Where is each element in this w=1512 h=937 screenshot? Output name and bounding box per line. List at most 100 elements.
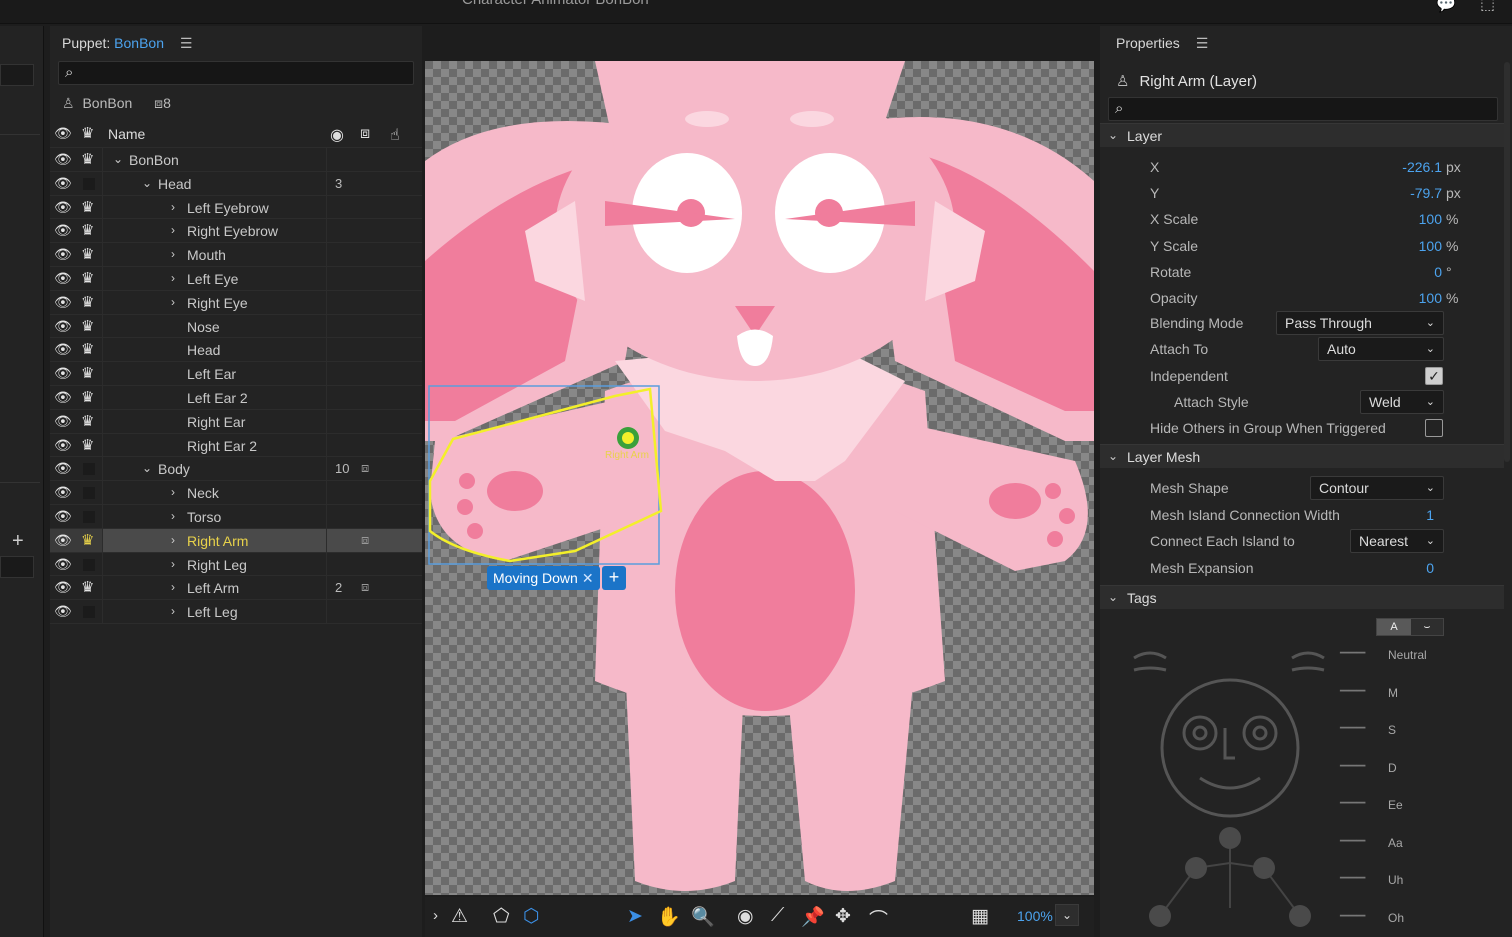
selection-arrow-icon[interactable]: ➤ xyxy=(627,905,643,928)
eye-icon[interactable]: 👁 xyxy=(54,556,72,572)
hide-others-checkbox[interactable] xyxy=(1425,419,1443,437)
layer-name-cell[interactable]: › Left Leg xyxy=(102,600,326,623)
chevron-right-icon[interactable]: › xyxy=(171,223,175,237)
crown-placeholder[interactable] xyxy=(83,487,95,500)
layer-name-cell[interactable]: › Right Leg xyxy=(102,552,326,576)
eye-icon[interactable]: 👁 xyxy=(54,175,72,191)
layer-name-cell[interactable]: Left Ear xyxy=(102,362,326,385)
chevron-right-icon[interactable]: › xyxy=(171,295,175,309)
crown-icon[interactable]: ♛ xyxy=(81,578,94,596)
layer-row[interactable]: 👁 ♛ › Left Eyebrow xyxy=(50,195,422,220)
property-value[interactable]: -226.1 xyxy=(1402,159,1442,175)
layer-row[interactable]: 👁 › Right Leg xyxy=(50,552,422,577)
viseme-tag[interactable]: ▔▔▔ Aa xyxy=(1340,836,1480,856)
crown-icon[interactable]: ♛ xyxy=(81,221,94,239)
chevron-right-icon[interactable]: › xyxy=(171,200,175,214)
layer-row[interactable]: 👁 ♛ Left Ear xyxy=(50,362,422,386)
crown-icon[interactable]: ♛ xyxy=(81,364,94,382)
eye-icon[interactable]: 👁 xyxy=(54,270,72,286)
chevron-right-icon[interactable]: › xyxy=(171,509,175,523)
puppet-name[interactable]: BonBon xyxy=(114,35,164,51)
layer-name-cell[interactable]: › Right Eyebrow xyxy=(102,219,326,243)
eye-icon[interactable]: 👁 xyxy=(54,365,72,381)
layer-name-cell[interactable]: ⌄ Head xyxy=(102,171,326,195)
eye-icon[interactable]: 👁 xyxy=(54,125,72,141)
layer-name-cell[interactable]: › Right Arm xyxy=(102,528,326,552)
layer-name-cell[interactable]: › Left Arm xyxy=(102,576,326,600)
eye-icon[interactable]: 👁 xyxy=(54,341,72,357)
property-value[interactable]: 100 xyxy=(1419,290,1442,306)
island-width-value[interactable]: 1 xyxy=(1426,507,1434,523)
behavior-tag-moving-down[interactable]: Moving Down ✕ xyxy=(487,566,600,590)
properties-search-input[interactable]: ⌕ xyxy=(1108,97,1498,121)
layer-name-cell[interactable]: › Left Eyebrow xyxy=(102,195,326,219)
tag-view-icons[interactable]: ⌣ xyxy=(1411,619,1443,635)
crown-placeholder[interactable] xyxy=(83,558,95,571)
mesh-icon[interactable]: ⬡ xyxy=(523,905,540,928)
section-layer-mesh[interactable]: ⌄ Layer Mesh xyxy=(1100,444,1504,468)
layer-row[interactable]: 👁 ♛ › Left Arm 2 ⧈ xyxy=(50,576,422,601)
viseme-tag[interactable]: ▔▔▔ M xyxy=(1340,686,1480,706)
dragger-icon[interactable]: ✥ xyxy=(835,905,851,928)
add-tag-button[interactable]: + xyxy=(602,566,626,590)
eye-icon[interactable]: 👁 xyxy=(54,413,72,429)
layer-row[interactable]: 👁 › Left Leg xyxy=(50,600,422,624)
camera-column-icon[interactable]: ⧈ xyxy=(360,125,370,143)
tag-view-text[interactable]: A xyxy=(1377,619,1411,635)
property-value[interactable]: -79.7 xyxy=(1410,185,1442,201)
crown-icon[interactable]: ♛ xyxy=(81,436,94,454)
layer-row[interactable]: 👁 ♛ › Right Arm ⧈ xyxy=(50,528,422,553)
layer-name-cell[interactable]: › Left Eye xyxy=(102,266,326,290)
independent-checkbox[interactable]: ✓ xyxy=(1425,367,1443,385)
layer-row[interactable]: 👁 ♛ › Mouth xyxy=(50,243,422,267)
add-icon[interactable]: + xyxy=(12,530,24,553)
puppet-search-input[interactable]: ⌕ xyxy=(58,61,414,85)
layer-name-cell[interactable]: Left Ear 2 xyxy=(102,385,326,409)
chevron-right-icon[interactable]: › xyxy=(171,580,175,594)
layer-row[interactable]: 👁 › Torso xyxy=(50,504,422,529)
eye-icon[interactable]: 👁 xyxy=(54,508,72,524)
layer-row[interactable]: 👁 ♛ › Left Eye xyxy=(50,266,422,291)
property-value[interactable]: 0 xyxy=(1434,264,1442,280)
layer-row[interactable]: 👁 ♛ Right Ear xyxy=(50,409,422,434)
eye-icon[interactable]: 👁 xyxy=(54,603,72,619)
layer-name-cell[interactable]: Nose xyxy=(102,314,326,338)
crown-placeholder[interactable] xyxy=(83,463,95,476)
property-value[interactable]: 100 xyxy=(1419,211,1442,227)
crown-icon[interactable]: ♛ xyxy=(81,388,94,406)
handle-column-icon[interactable]: ◉ xyxy=(330,125,344,145)
eye-icon[interactable]: 👁 xyxy=(54,460,72,476)
section-layer[interactable]: ⌄ Layer xyxy=(1100,123,1504,147)
crown-icon[interactable]: ♛ xyxy=(81,531,94,549)
scene-canvas[interactable]: Right Arm xyxy=(425,61,1094,895)
eye-icon[interactable]: 👁 xyxy=(54,294,72,310)
eye-icon[interactable]: 👁 xyxy=(54,532,72,548)
chevron-down-icon[interactable]: ⌄ xyxy=(142,176,152,190)
mesh-expansion-value[interactable]: 0 xyxy=(1426,560,1434,576)
viseme-tag[interactable]: ▔▔▔ Oh xyxy=(1340,911,1480,931)
strip-field[interactable] xyxy=(0,556,34,578)
hand-icon[interactable]: ✋ xyxy=(657,905,681,929)
section-tags[interactable]: ⌄ Tags xyxy=(1100,585,1504,609)
chat-icon[interactable]: 💬 xyxy=(1436,0,1458,13)
layer-name-cell[interactable]: ⌄ BonBon xyxy=(102,148,326,171)
panel-menu-icon[interactable]: ☰ xyxy=(180,35,193,52)
crown-icon[interactable]: ♛ xyxy=(81,245,94,263)
strip-search-field[interactable] xyxy=(0,64,34,86)
crown-icon[interactable]: ♛ xyxy=(81,293,94,311)
viseme-tag[interactable]: ▔▔▔ S xyxy=(1340,723,1480,743)
chevron-down-icon[interactable]: ⌄ xyxy=(142,461,152,475)
crown-placeholder[interactable] xyxy=(83,510,95,523)
eye-icon[interactable]: 👁 xyxy=(54,199,72,215)
zoom-level[interactable]: 100% xyxy=(1017,908,1053,924)
pin-icon[interactable]: 📌 xyxy=(801,905,825,929)
transparency-grid-icon[interactable]: ▦ xyxy=(971,905,989,928)
viseme-tag[interactable]: ▔▔▔ Uh xyxy=(1340,873,1480,893)
tag-view-toggle[interactable]: A ⌣ xyxy=(1376,618,1444,636)
crown-placeholder[interactable] xyxy=(83,177,95,190)
crown-placeholder[interactable] xyxy=(83,606,95,619)
stamp-icon[interactable]: ⬠ xyxy=(493,905,510,928)
blending-mode-dropdown[interactable]: Pass Through ⌄ xyxy=(1276,311,1444,335)
expand-chevron-icon[interactable]: › xyxy=(433,907,438,924)
layer-row[interactable]: 👁 ♛ › Right Eyebrow xyxy=(50,219,422,244)
